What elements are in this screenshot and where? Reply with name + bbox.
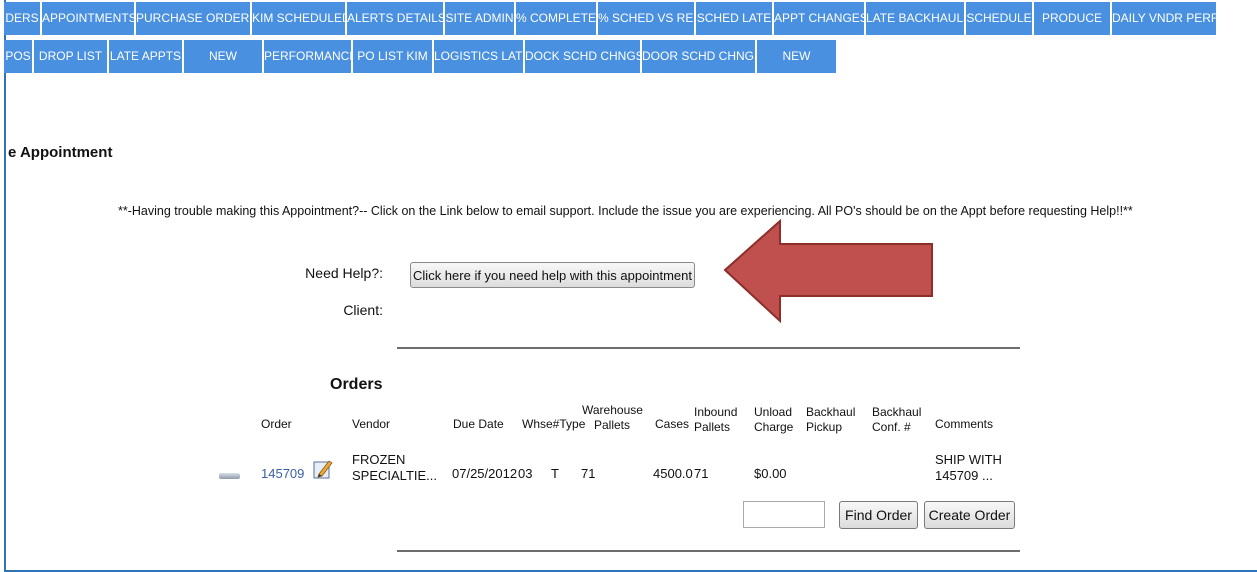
page-title: e Appointment bbox=[8, 144, 113, 161]
remove-row-icon[interactable] bbox=[219, 473, 240, 479]
tab-new[interactable]: NEW bbox=[184, 40, 264, 73]
divider-top bbox=[397, 347, 1020, 349]
col-cases: Cases bbox=[655, 417, 690, 431]
tab-late-appts[interactable]: LATE APPTS bbox=[109, 40, 184, 73]
nav-row-1: DERS APPOINTMENTS PURCHASE ORDERS KIM SC… bbox=[4, 2, 1257, 35]
tab-purchase-orders[interactable]: PURCHASE ORDERS bbox=[136, 2, 252, 35]
col-comments: Comments bbox=[935, 417, 994, 431]
tab-appt-changes[interactable]: APPT CHANGES bbox=[774, 2, 866, 35]
col-due-date: Due Date bbox=[453, 417, 504, 431]
tab-produce[interactable]: PRODUCE bbox=[1034, 2, 1112, 35]
nav-row-2: POS DROP LIST LATE APPTS NEW PERFORMANCE… bbox=[4, 40, 836, 73]
tab-percent-complete[interactable]: % COMPLETE bbox=[516, 2, 598, 35]
divider-bottom bbox=[397, 550, 1020, 552]
col-unload-charge: Unload Charge bbox=[754, 405, 794, 434]
cases-cell: 4500.0 bbox=[653, 466, 693, 481]
tab-daily-vndr-perf[interactable]: DAILY VNDR PERF bbox=[1112, 2, 1216, 35]
tab-dock-schd-chngs[interactable]: DOCK SCHD CHNGS bbox=[525, 40, 642, 73]
tab-pos[interactable]: POS bbox=[4, 40, 34, 73]
tab-new-2[interactable]: NEW bbox=[757, 40, 836, 73]
whse-cell: 03 bbox=[518, 466, 533, 481]
warehouse-pallets-cell: 71 bbox=[581, 466, 596, 481]
create-order-button[interactable]: Create Order bbox=[924, 501, 1015, 529]
tab-logistics-late[interactable]: LOGISTICS LATE bbox=[434, 40, 525, 73]
tab-appointments[interactable]: APPOINTMENTS bbox=[42, 2, 136, 35]
tab-sched-vs-rec[interactable]: % SCHED VS REC bbox=[598, 2, 696, 35]
help-button[interactable]: Click here if you need help with this ap… bbox=[410, 262, 695, 288]
tab-performance[interactable]: PERFORMANCE bbox=[264, 40, 353, 73]
col-backhaul-pickup: Backhaul Pickup bbox=[806, 405, 856, 434]
tab-orders[interactable]: DERS bbox=[4, 2, 42, 35]
col-backhaul-conf: Backhaul Conf. # bbox=[872, 405, 922, 434]
type-cell: T bbox=[551, 466, 559, 481]
order-link[interactable]: 145709 bbox=[261, 466, 304, 482]
tab-site-admin[interactable]: SITE ADMIN bbox=[445, 2, 516, 35]
edit-icon[interactable] bbox=[313, 459, 333, 479]
col-inbound-pallets: Inbound Pallets bbox=[694, 405, 738, 434]
tab-drop-list[interactable]: DROP LIST bbox=[34, 40, 109, 73]
unload-charge-cell: $0.00 bbox=[754, 466, 787, 481]
need-help-label: Need Help?: bbox=[305, 265, 383, 281]
client-label: Client: bbox=[343, 302, 383, 318]
col-vendor: Vendor bbox=[352, 417, 391, 431]
support-notice: **-Having trouble making this Appointmen… bbox=[118, 204, 1133, 218]
tab-alerts-details[interactable]: ALERTS DETAILS bbox=[347, 2, 445, 35]
tab-kim-scheduled[interactable]: KIM SCHEDULED bbox=[252, 2, 347, 35]
col-order: Order bbox=[261, 417, 292, 431]
tab-schedule[interactable]: SCHEDULE bbox=[966, 2, 1034, 35]
red-arrow-icon bbox=[723, 218, 933, 324]
tab-sched-late[interactable]: SCHED LATE bbox=[696, 2, 774, 35]
tab-late-backhauls[interactable]: LATE BACKHAULS bbox=[866, 2, 966, 35]
tab-door-schd-chngs[interactable]: DOOR SCHD CHNGS bbox=[642, 40, 757, 73]
inbound-pallets-cell: 71 bbox=[694, 466, 709, 481]
due-date-cell: 07/25/2012 bbox=[452, 466, 518, 481]
comments-cell: SHIP WITH 145709 ... bbox=[935, 452, 1002, 483]
tab-po-list-kim[interactable]: PO LIST KIM bbox=[353, 40, 434, 73]
find-order-input[interactable] bbox=[743, 501, 825, 528]
col-whse-type: Whse#Type bbox=[522, 417, 586, 431]
vendor-cell: FROZEN SPECIALTIE... bbox=[352, 452, 438, 483]
col-warehouse-pallets: Warehouse Pallets bbox=[582, 403, 643, 432]
find-order-button[interactable]: Find Order bbox=[839, 501, 918, 529]
orders-title: Orders bbox=[330, 376, 383, 393]
